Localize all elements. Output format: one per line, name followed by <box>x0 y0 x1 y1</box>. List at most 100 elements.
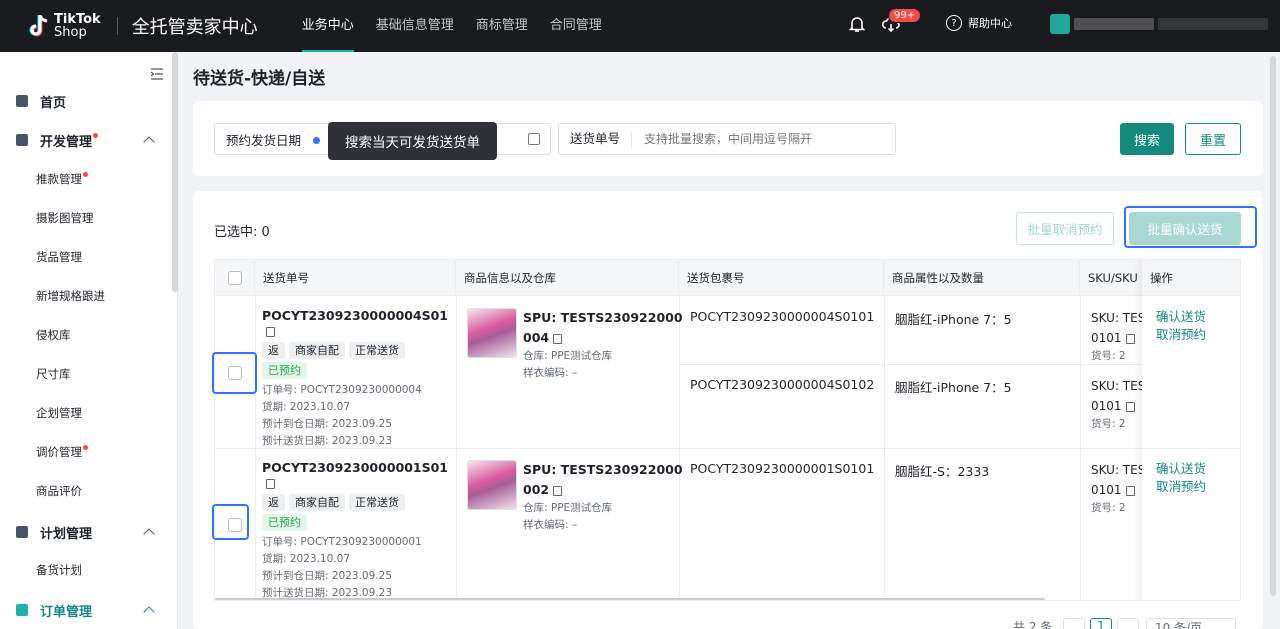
product-thumbnail[interactable] <box>467 460 517 510</box>
sidebar-item-price[interactable]: 调价管理 <box>0 442 170 462</box>
tab-basic-info[interactable]: 基础信息管理 <box>376 0 454 52</box>
chevron-up-icon <box>143 606 155 618</box>
product-attr: 胭脂红-iPhone 7：5 <box>895 312 1012 327</box>
tag-return: 返 <box>262 342 285 359</box>
confirm-delivery-link[interactable]: 确认送货 <box>1156 460 1206 478</box>
checkbox-highlight <box>212 504 249 540</box>
product-attr: 胭脂红-iPhone 7：5 <box>895 380 1012 395</box>
spu-line2-text: 004 <box>523 330 550 345</box>
spu-line2: 004 <box>523 328 683 348</box>
lead-time: 货期: 2023.10.07 <box>262 553 350 565</box>
page-size-select[interactable]: 10 条/页 <box>1146 618 1236 629</box>
col-divider <box>255 296 256 600</box>
sidebar-item-home[interactable]: 首页 <box>0 91 170 111</box>
calendar-icon[interactable] <box>528 133 540 145</box>
order-number-text: POCYT2309230000004S01 <box>262 308 449 323</box>
sidebar-item-label: 尺寸库 <box>36 367 71 381</box>
copy-icon[interactable] <box>1125 485 1135 496</box>
sidebar-item-label: 企划管理 <box>36 406 82 420</box>
copy-icon[interactable] <box>266 478 275 489</box>
lead-time: 货期: 2023.10.07 <box>262 401 350 413</box>
sidebar-item-review[interactable]: 商品评价 <box>0 481 170 501</box>
guide-dot <box>313 137 320 144</box>
sidebar-item-label: 新增规格跟进 <box>36 289 105 303</box>
warehouse: 仓库: PPE测试仓库 <box>523 502 613 514</box>
search-button[interactable]: 搜索 <box>1120 123 1174 155</box>
prev-page-button[interactable] <box>1063 618 1085 629</box>
tab-trademark[interactable]: 商标管理 <box>476 0 528 52</box>
avatar[interactable] <box>1050 14 1070 34</box>
sku-label: SKU: TES <box>1091 379 1146 393</box>
sidebar-item-label: 计划管理 <box>40 526 93 542</box>
copy-icon[interactable] <box>266 326 275 337</box>
bell-icon[interactable] <box>849 15 865 33</box>
sidebar-scrollbar[interactable] <box>172 52 178 292</box>
item-no: 货号: 2 <box>1091 418 1126 430</box>
delivery-table: 送货单号 商品信息以及仓库 送货包裹号 商品属性以及数量 SKU/SKU POC… <box>214 259 1241 601</box>
top-nav: 业务中心 基础信息管理 商标管理 合同管理 <box>301 0 624 52</box>
eta-delivery: 预计送货日期: 2023.09.23 <box>262 435 392 447</box>
tracking-input[interactable] <box>632 132 873 146</box>
product-thumbnail[interactable] <box>467 308 517 358</box>
col-divider <box>456 296 457 600</box>
sidebar-item-infringe[interactable]: 侵权库 <box>0 325 170 345</box>
copy-icon[interactable] <box>553 485 563 496</box>
tiktok-logo-icon <box>29 14 48 37</box>
row-divider <box>679 364 1149 365</box>
cancel-reservation-link[interactable]: 取消预约 <box>1156 478 1206 496</box>
sidebar-item-label: 货品管理 <box>36 250 82 264</box>
sidebar-item-label: 推款管理 <box>36 172 82 186</box>
header-package: 送货包裹号 <box>679 260 884 296</box>
table-card: 已选中: 0 批量取消预约 批量确认送货 送货单号 商品信息以及仓库 送货包裹号… <box>193 191 1263 629</box>
page-title: 待送货-快递/自送 <box>193 69 326 89</box>
next-page-button[interactable] <box>1117 618 1139 629</box>
highlight-box <box>1124 206 1257 248</box>
tab-contract[interactable]: 合同管理 <box>550 0 602 52</box>
confirm-delivery-link[interactable]: 确认送货 <box>1156 308 1206 326</box>
header-product: 商品信息以及仓库 <box>456 260 679 296</box>
horizontal-scrollbar[interactable] <box>215 598 1045 600</box>
sidebar-item-spec[interactable]: 新增规格跟进 <box>0 286 170 306</box>
user-info-blurred <box>1158 18 1268 30</box>
col-divider <box>884 296 885 600</box>
copy-icon[interactable] <box>553 333 563 344</box>
page-1-button[interactable]: 1 <box>1090 618 1112 629</box>
sidebar-item-push[interactable]: 推款管理 <box>0 169 170 189</box>
sidebar-item-dev[interactable]: 开发管理 <box>0 130 170 150</box>
cancel-reservation-link[interactable]: 取消预约 <box>1156 326 1206 344</box>
help-center-link[interactable]: ? 帮助中心 <box>946 15 1012 31</box>
sidebar-item-goods[interactable]: 货品管理 <box>0 247 170 267</box>
sku-code: 0101 <box>1091 480 1145 500</box>
batch-cancel-button[interactable]: 批量取消预约 <box>1016 212 1114 245</box>
page-scrollbar[interactable] <box>1270 56 1276 596</box>
reset-button[interactable]: 重置 <box>1185 123 1241 155</box>
select-all-checkbox[interactable] <box>227 270 242 285</box>
collapse-menu-icon[interactable] <box>150 68 164 80</box>
home-icon <box>16 95 28 107</box>
order-id: 订单号: POCYT2309230000004 <box>262 384 422 396</box>
sku-code-text: 0101 <box>1091 483 1122 497</box>
chevron-up-icon <box>143 528 155 540</box>
copy-icon[interactable] <box>1125 333 1135 344</box>
sidebar-item-order[interactable]: 订单管理 <box>0 600 170 620</box>
center-title: 全托管卖家中心 <box>131 17 258 38</box>
sidebar-item-label: 商品评价 <box>36 484 82 498</box>
status-badge: 已预约 <box>262 514 307 531</box>
red-dot <box>83 171 88 177</box>
sidebar-item-label: 侵权库 <box>36 328 71 342</box>
notification-badge: 99+ <box>888 8 922 23</box>
sku-code: 0101 <box>1091 328 1145 348</box>
chevron-up-icon <box>143 136 155 148</box>
sidebar-item-planning[interactable]: 企划管理 <box>0 403 170 423</box>
product-attr: 胭脂红-S：2333 <box>895 464 990 479</box>
tab-business-center[interactable]: 业务中心 <box>301 0 354 52</box>
sidebar-item-stock[interactable]: 备货计划 <box>0 560 170 580</box>
tag-normal: 正常送货 <box>349 494 405 511</box>
sidebar-item-photo[interactable]: 摄影图管理 <box>0 208 170 228</box>
package-number: POCYT2309230000004S0102 <box>690 377 875 392</box>
tiktok-shop-logo[interactable]: TikTok Shop <box>28 13 101 39</box>
copy-icon[interactable] <box>1125 401 1135 412</box>
sidebar-item-size[interactable]: 尺寸库 <box>0 364 170 384</box>
order-number-text: POCYT2309230000001S01 <box>262 460 449 475</box>
sidebar-item-plan[interactable]: 计划管理 <box>0 522 170 542</box>
